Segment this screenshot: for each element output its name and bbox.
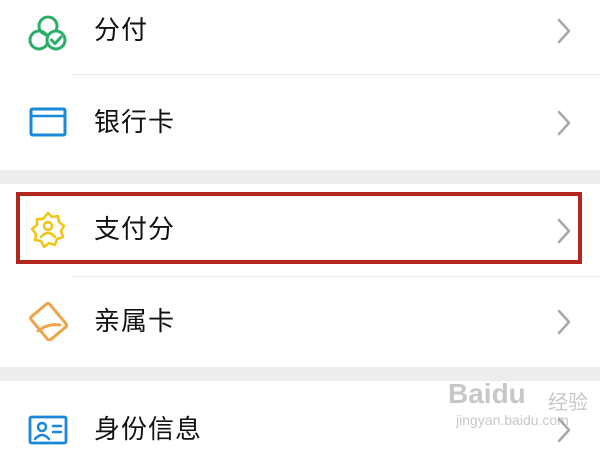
- menu-item-label: 亲属卡: [94, 307, 176, 337]
- family-card-icon: [28, 301, 68, 341]
- watermark-url: jingyan.baidu.com: [456, 412, 569, 428]
- bank-card-icon: [28, 102, 68, 142]
- fenfu-clover-check-icon: [28, 14, 68, 54]
- menu-item-bank-card[interactable]: 银行卡: [0, 75, 600, 170]
- baidu-watermark: Baidu 经验 jingyan.baidu.com: [438, 378, 588, 438]
- wallet-menu-screen: 分付 银行卡 支付分 亲属卡 身份信息 Baidu 经验 jingyan.bai…: [0, 0, 600, 450]
- section-gap: [0, 170, 600, 184]
- payscore-badge-icon: [28, 210, 68, 250]
- menu-item-label: 身份信息: [94, 415, 203, 445]
- chevron-right-icon: [556, 309, 572, 335]
- menu-item-payscore[interactable]: 支付分: [0, 184, 600, 276]
- menu-item-label: 银行卡: [94, 108, 176, 138]
- menu-item-label: 分付: [94, 16, 149, 46]
- id-card-icon: [28, 410, 68, 450]
- watermark-brand-cn: 经验: [548, 390, 588, 414]
- menu-item-family-card[interactable]: 亲属卡: [0, 277, 600, 367]
- watermark-brand: Baidu: [448, 378, 526, 409]
- chevron-right-icon: [556, 18, 572, 44]
- menu-item-label: 支付分: [94, 215, 176, 245]
- chevron-right-icon: [556, 110, 572, 136]
- chevron-right-icon: [556, 218, 572, 244]
- menu-item-fenfu[interactable]: 分付: [0, 0, 600, 74]
